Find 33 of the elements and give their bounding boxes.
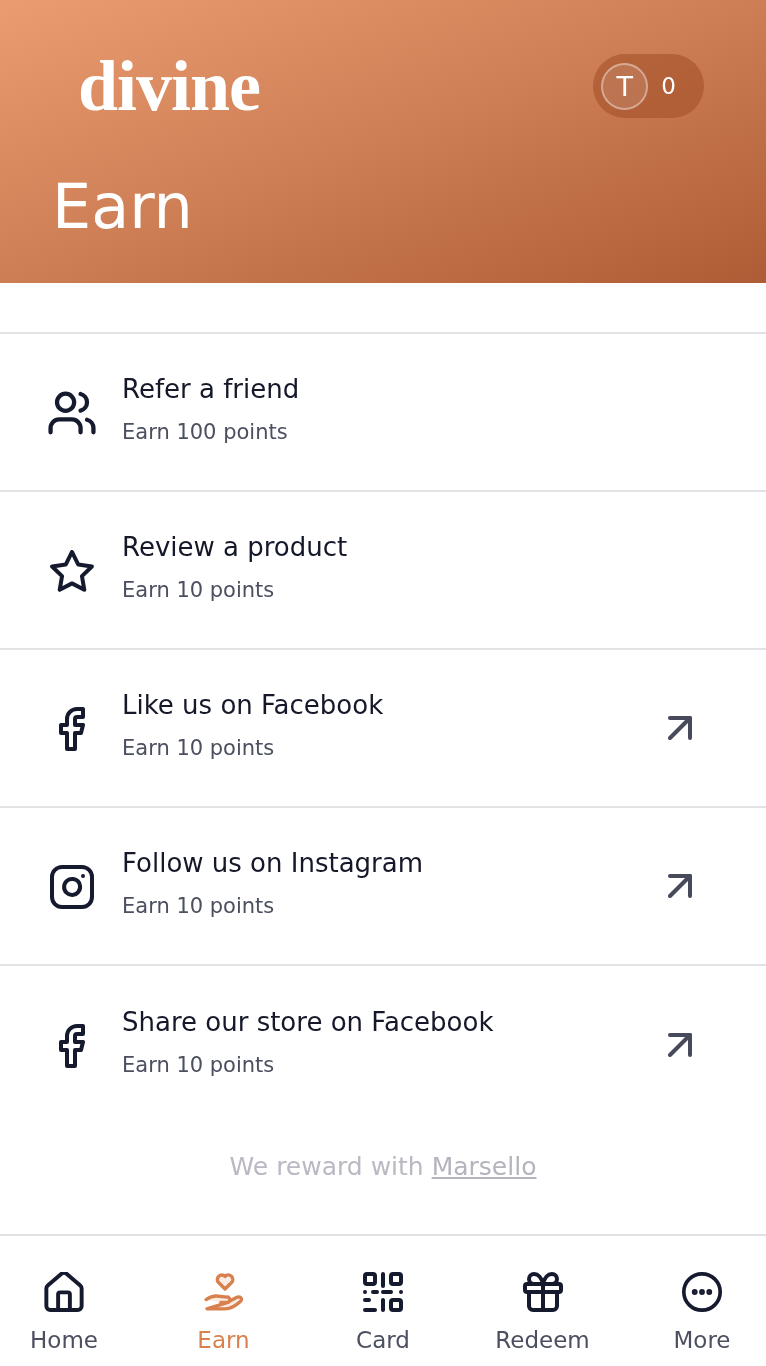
action-title[interactable]: Like us on Facebook	[122, 689, 384, 721]
nav-tab[interactable]: Home	[12, 1272, 116, 1355]
action-title[interactable]: Refer a friend	[122, 373, 300, 405]
action-title[interactable]: Share our store on Facebook	[122, 1006, 494, 1038]
nav-tab[interactable]: Redeem	[490, 1272, 595, 1355]
nav-tab[interactable]: More	[650, 1272, 754, 1355]
gift-icon	[522, 1272, 563, 1312]
brand-logo: divine	[78, 54, 261, 118]
arrow-up-right-icon[interactable]	[668, 874, 692, 898]
points-reward-text: Earn 10 points	[122, 735, 275, 762]
action-title[interactable]: Follow us on Instagram	[122, 847, 424, 879]
instagram-icon	[50, 865, 94, 909]
page-title: Earn	[52, 172, 193, 242]
points-badge[interactable]: T 0	[593, 54, 704, 118]
nav-tab[interactable]: Card	[331, 1272, 435, 1355]
qr-code-icon	[363, 1272, 403, 1312]
people-icon	[48, 391, 96, 435]
points-reward-text: Earn 10 points	[122, 577, 275, 604]
more-icon	[682, 1272, 722, 1312]
home-icon	[44, 1272, 84, 1312]
facebook-icon	[59, 1024, 85, 1068]
reward-credit-text: We reward with Marsello	[229, 1151, 537, 1183]
hand-heart-icon	[203, 1272, 244, 1312]
avatar-initial: T	[601, 62, 649, 110]
points-reward-text: Earn 10 points	[122, 893, 275, 920]
arrow-up-right-icon[interactable]	[668, 1033, 692, 1057]
star-icon	[50, 550, 94, 592]
points-reward-text: Earn 100 points	[122, 419, 288, 446]
action-title[interactable]: Review a product	[122, 531, 348, 563]
points-count: 0	[661, 73, 676, 99]
points-reward-text: Earn 10 points	[122, 1052, 275, 1079]
facebook-icon	[59, 707, 85, 751]
arrow-up-right-icon[interactable]	[668, 716, 692, 740]
